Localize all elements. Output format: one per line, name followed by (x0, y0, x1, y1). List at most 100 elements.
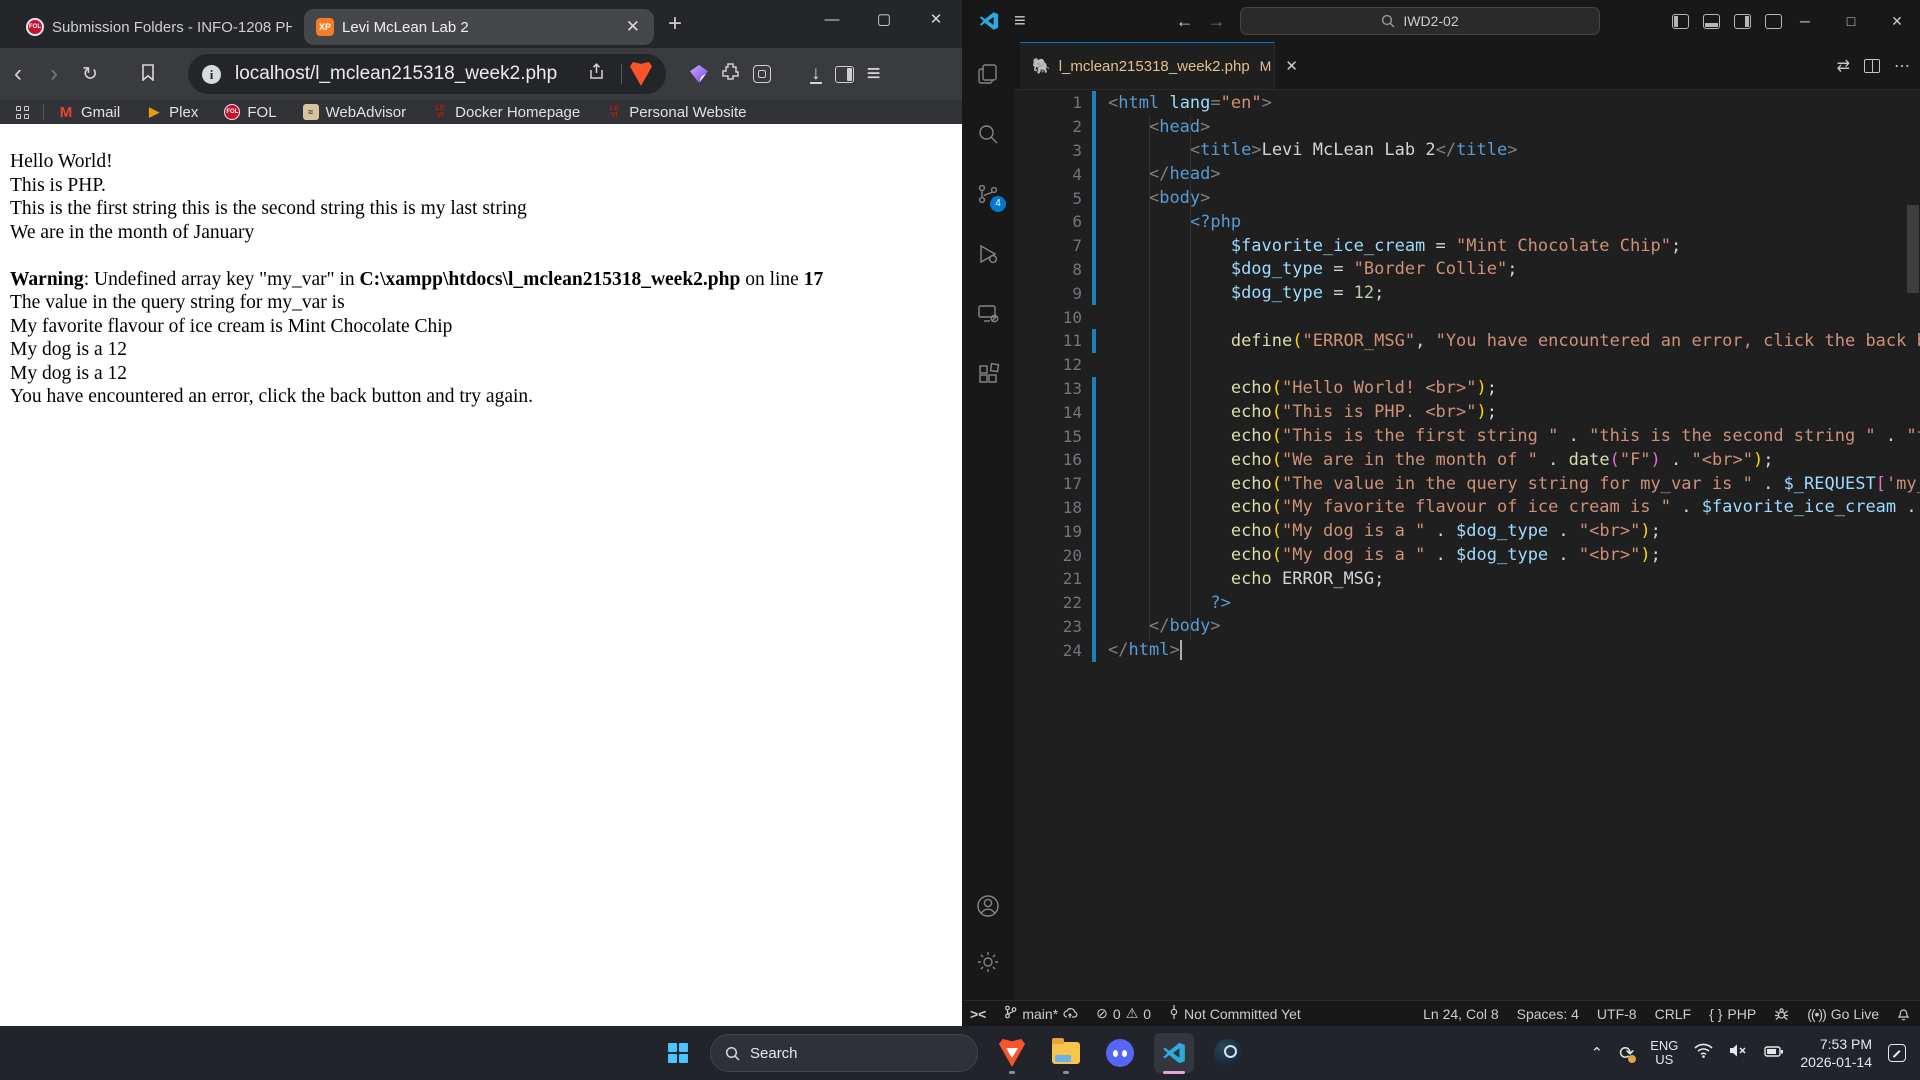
remote-explorer-icon[interactable] (962, 290, 1014, 338)
go-live-item[interactable]: ((•)) Go Live (1807, 1006, 1879, 1022)
maximize-button[interactable]: □ (1828, 0, 1874, 42)
reload-icon[interactable]: ↻ (72, 63, 108, 86)
broadcast-icon: ((•)) (1807, 1006, 1826, 1022)
search-icon[interactable] (962, 110, 1014, 158)
reader-mode-icon[interactable] (753, 65, 771, 83)
close-button[interactable]: ✕ (910, 0, 962, 40)
account-icon[interactable] (962, 882, 1014, 930)
settings-gear-icon[interactable] (962, 938, 1014, 986)
browser-window-controls: — ▢ ✕ (806, 0, 962, 40)
git-branch-item[interactable]: main* (1004, 1005, 1078, 1022)
code-line[interactable]: 24</html> (1014, 638, 1920, 662)
forward-icon[interactable]: › (36, 60, 72, 88)
spider-debug-icon[interactable] (1774, 1007, 1789, 1021)
browser-tab-submission-folders[interactable]: FOL Submission Folders - INFO-1208 PHP (14, 9, 304, 45)
git-modified-gutter (1092, 591, 1096, 615)
taskbar-discord-icon[interactable] (1100, 1033, 1140, 1073)
command-center-search[interactable]: IWD2-02 (1240, 7, 1600, 35)
problems-item[interactable]: ⊘0 ⚠0 (1096, 1005, 1151, 1022)
source-control-icon[interactable]: 4 (962, 170, 1014, 218)
notification-center-icon[interactable] (1888, 1044, 1906, 1062)
toggle-panel-icon[interactable] (1703, 14, 1720, 29)
toggle-secondary-sidebar-icon[interactable] (1734, 14, 1751, 29)
taskbar-search[interactable]: Search (710, 1034, 978, 1072)
site-info-icon[interactable]: i (202, 65, 221, 84)
taskbar-file-explorer-icon[interactable] (1046, 1033, 1086, 1073)
taskbar-vscode-icon[interactable] (1154, 1033, 1194, 1073)
volume-muted-icon[interactable] (1729, 1043, 1748, 1063)
sidebar-toggle-icon[interactable] (835, 66, 854, 83)
bookmark-plex[interactable]: ▶Plex (146, 104, 198, 121)
start-button[interactable] (668, 1043, 688, 1063)
input-language-indicator[interactable]: ENGUS (1650, 1039, 1678, 1067)
status-bar: >< main* ⊘0 ⚠0 Not Committed Yet Ln 24, … (962, 1000, 1920, 1026)
taskbar-steam-icon[interactable] (1208, 1033, 1248, 1073)
bookmark-icon[interactable] (130, 60, 166, 88)
remote-indicator[interactable]: >< (970, 1006, 986, 1022)
encoding-setting[interactable]: UTF-8 (1597, 1006, 1637, 1022)
wifi-icon[interactable] (1694, 1043, 1713, 1063)
bookmark-gmail[interactable]: MGmail (58, 104, 120, 121)
pinned-apps (992, 1033, 1248, 1073)
clock[interactable]: 7:53 PM 2026-01-14 (1800, 1035, 1872, 1071)
minimize-button[interactable]: — (806, 0, 858, 40)
address-bar[interactable]: i localhost/l_mclean215318_week2.php (188, 54, 666, 94)
editor-scrollbar-thumb[interactable] (1907, 205, 1919, 293)
tab-close-icon[interactable]: ✕ (624, 17, 642, 37)
maximize-button[interactable]: ▢ (858, 0, 910, 40)
code-line[interactable]: 1<html lang="en"> (1014, 91, 1920, 115)
taskbar-brave-icon[interactable] (992, 1033, 1032, 1073)
run-debug-icon[interactable] (962, 230, 1014, 278)
go-back-icon[interactable]: ← (1176, 11, 1194, 32)
code-editor[interactable]: 1<html lang="en">2 <head>3 <title>Levi M… (1014, 91, 1920, 1000)
customize-layout-icon[interactable] (1765, 14, 1782, 29)
notifications-bell-icon[interactable] (1897, 1007, 1910, 1021)
php-warning-line: Warning: Undefined array key "my_var" in… (10, 268, 962, 292)
go-forward-icon[interactable]: → (1208, 11, 1226, 32)
tray-overflow-chevron-icon[interactable]: ⌃ (1591, 1044, 1604, 1062)
vscode-menu-icon[interactable]: ≡ (1014, 10, 1026, 33)
text-cursor (1180, 640, 1182, 660)
bookmark-docker-homepage[interactable]: LE VIDocker Homepage (432, 104, 580, 121)
language-mode[interactable]: { } PHP (1709, 1006, 1756, 1022)
line-number: 18 (1014, 498, 1082, 517)
close-button[interactable]: ✕ (1874, 0, 1920, 42)
share-icon[interactable] (588, 63, 605, 85)
apps-grid-icon[interactable] (16, 106, 29, 119)
git-modified-gutter (1092, 448, 1096, 472)
extensions-puzzle-icon[interactable] (721, 62, 740, 86)
minimize-button[interactable]: ─ (1782, 0, 1828, 42)
system-tray: ⌃ ⟳ ENGUS 7:53 PM 2026-01-14 (1591, 1035, 1906, 1071)
bookmark-webadvisor[interactable]: ≈WebAdvisor (303, 104, 407, 121)
tab-close-icon[interactable]: ✕ (1285, 57, 1298, 75)
cursor-position[interactable]: Ln 24, Col 8 (1423, 1006, 1499, 1022)
browser-menu-icon[interactable]: ≡ (867, 60, 880, 88)
back-icon[interactable]: ‹ (0, 60, 36, 88)
search-icon (1381, 14, 1395, 28)
open-changes-icon[interactable]: ⇄ (1837, 56, 1850, 76)
indentation-setting[interactable]: Spaces: 4 (1517, 1006, 1579, 1022)
bookmark-personal-website[interactable]: LE VIPersonal Website (606, 104, 746, 121)
split-editor-icon[interactable] (1864, 59, 1880, 73)
extension-badge: 1 (700, 74, 715, 89)
bookmark-fol[interactable]: FOLFOL (224, 104, 276, 121)
explorer-icon[interactable] (962, 50, 1014, 98)
onedrive-sync-icon[interactable]: ⟳ (1619, 1043, 1634, 1064)
editor-tab-active[interactable]: 🐘 l_mclean215318_week2.php M ✕ (1020, 42, 1275, 89)
brave-leo-icon[interactable]: 1 (690, 65, 708, 83)
new-tab-button[interactable]: + (668, 10, 682, 38)
downloads-icon[interactable]: ↓ (810, 65, 822, 84)
extensions-icon[interactable] (962, 350, 1014, 398)
line-number: 20 (1014, 546, 1082, 565)
brave-shield-icon[interactable] (630, 62, 652, 86)
line-number: 16 (1014, 450, 1082, 469)
toggle-primary-sidebar-icon[interactable] (1672, 14, 1689, 29)
browser-tab-levi-mclean-lab2[interactable]: XP Levi McLean Lab 2 ✕ (304, 9, 654, 45)
more-actions-icon[interactable]: ⋯ (1894, 56, 1910, 76)
battery-icon[interactable] (1764, 1044, 1784, 1063)
vscode-titlebar: ≡ ← → IWD2-02 ─ □ ✕ (962, 0, 1920, 42)
eol-setting[interactable]: CRLF (1655, 1006, 1692, 1022)
url-text[interactable]: localhost/l_mclean215318_week2.php (235, 63, 580, 85)
git-commit-status[interactable]: Not Committed Yet (1169, 1005, 1301, 1022)
git-modified-gutter (1092, 519, 1096, 543)
